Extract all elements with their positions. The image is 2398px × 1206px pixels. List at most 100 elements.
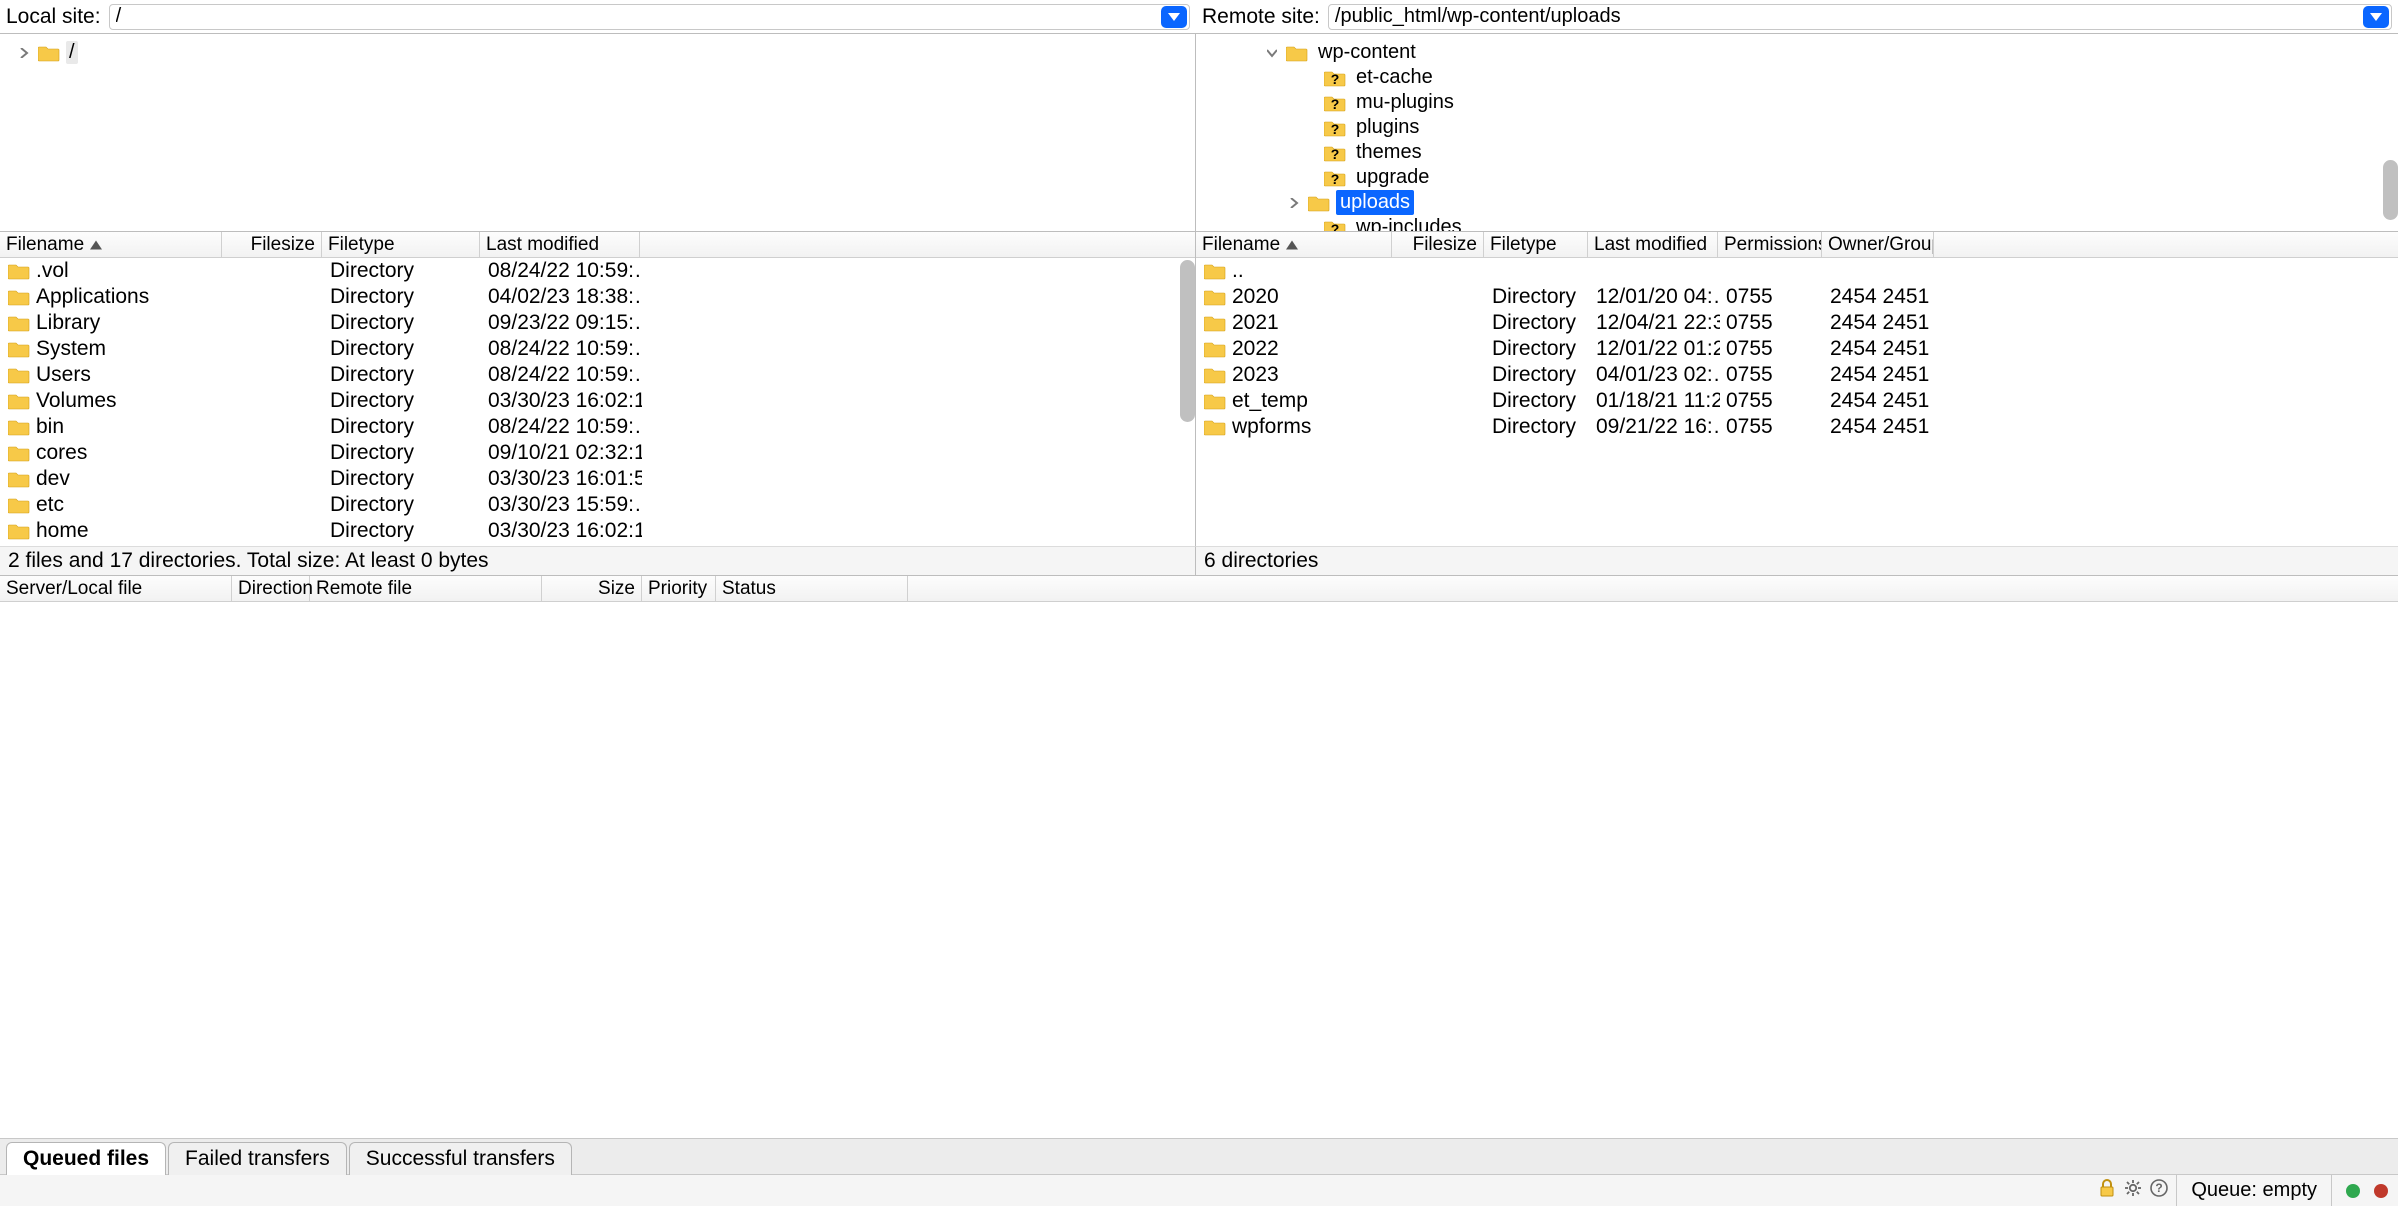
- file-name: wpforms: [1232, 415, 1311, 439]
- folder-unknown-icon: [1324, 69, 1346, 87]
- file-row[interactable]: Library Directory 09/23/22 09:15:…: [0, 310, 1195, 336]
- local-tree[interactable]: /: [0, 34, 1195, 232]
- folder-icon: [1204, 288, 1226, 306]
- file-type: Directory: [324, 519, 482, 543]
- folder-icon: [8, 444, 30, 462]
- tab-successful-transfers[interactable]: Successful transfers: [349, 1142, 572, 1175]
- file-row[interactable]: Volumes Directory 03/30/23 16:02:17: [0, 388, 1195, 414]
- col-last-modified[interactable]: Last modified: [480, 232, 640, 257]
- remote-tree[interactable]: wp-content et-cache mu-plugins plugins t…: [1196, 34, 2398, 232]
- file-row[interactable]: etc Directory 03/30/23 15:59:…: [0, 492, 1195, 518]
- file-row[interactable]: .vol Directory 08/24/22 10:59:…: [0, 258, 1195, 284]
- col-last-modified[interactable]: Last modified: [1588, 232, 1718, 257]
- col-filename[interactable]: Filename: [0, 232, 222, 257]
- file-row[interactable]: home Directory 03/30/23 16:02:19: [0, 518, 1195, 544]
- tree-node-label: upgrade: [1352, 165, 1433, 190]
- folder-icon: [8, 288, 30, 306]
- file-row[interactable]: dev Directory 03/30/23 16:01:58: [0, 466, 1195, 492]
- remote-list-header[interactable]: Filename Filesize Filetype Last modified…: [1196, 232, 2398, 258]
- file-name: ..: [1232, 259, 1244, 283]
- scrollbar-thumb[interactable]: [1180, 260, 1195, 422]
- col-filesize[interactable]: Filesize: [222, 232, 322, 257]
- file-row[interactable]: wpforms Directory 09/21/22 16:… 0755 245…: [1196, 414, 2398, 440]
- folder-icon: [1286, 44, 1308, 62]
- folder-unknown-icon: [1324, 94, 1346, 112]
- tab-failed-transfers[interactable]: Failed transfers: [168, 1142, 347, 1175]
- pathbar-row: Local site: Remote site:: [0, 0, 2398, 34]
- file-row[interactable]: Applications Directory 04/02/23 18:38:…: [0, 284, 1195, 310]
- remote-tree-node[interactable]: wp-includes: [1204, 215, 2390, 232]
- remote-list-pane: Filename Filesize Filetype Last modified…: [1196, 232, 2398, 546]
- col-permissions[interactable]: Permissions: [1718, 232, 1822, 257]
- col-priority[interactable]: Priority: [642, 576, 716, 601]
- local-list-pane: Filename Filesize Filetype Last modified…: [0, 232, 1196, 546]
- col-remote-file[interactable]: Remote file: [310, 576, 542, 601]
- local-tree-root[interactable]: /: [8, 40, 1187, 65]
- chevron-right-icon[interactable]: [16, 45, 32, 61]
- file-row[interactable]: 2020 Directory 12/01/20 04:… 0755 2454 2…: [1196, 284, 2398, 310]
- col-direction[interactable]: Direction: [232, 576, 310, 601]
- remote-tree-node[interactable]: wp-content: [1204, 40, 2390, 65]
- remote-tree-node[interactable]: et-cache: [1204, 65, 2390, 90]
- file-row[interactable]: 2022 Directory 12/01/22 01:2… 0755 2454 …: [1196, 336, 2398, 362]
- local-list-body[interactable]: .vol Directory 08/24/22 10:59:… Applicat…: [0, 258, 1195, 546]
- col-status[interactable]: Status: [716, 576, 908, 601]
- local-list-header[interactable]: Filename Filesize Filetype Last modified: [0, 232, 1195, 258]
- col-filetype[interactable]: Filetype: [322, 232, 480, 257]
- remote-path-dropdown-button[interactable]: [2363, 6, 2389, 28]
- caret-down-icon: [2370, 12, 2382, 22]
- file-row[interactable]: et_temp Directory 01/18/21 11:2… 0755 24…: [1196, 388, 2398, 414]
- file-modified: 04/02/23 18:38:…: [482, 285, 642, 309]
- col-server-local[interactable]: Server/Local file: [0, 576, 232, 601]
- file-permissions: 0755: [1720, 337, 1824, 361]
- remote-path-combo[interactable]: [1328, 4, 2392, 30]
- local-path-combo[interactable]: [109, 4, 1190, 30]
- file-row[interactable]: 2023 Directory 04/01/23 02:… 0755 2454 2…: [1196, 362, 2398, 388]
- file-type: Directory: [324, 467, 482, 491]
- queue-body[interactable]: [0, 602, 2398, 1138]
- file-type: Directory: [1486, 415, 1590, 439]
- remote-tree-node[interactable]: upgrade: [1204, 165, 2390, 190]
- col-filetype[interactable]: Filetype: [1484, 232, 1588, 257]
- remote-tree-node[interactable]: themes: [1204, 140, 2390, 165]
- col-size[interactable]: Size: [542, 576, 642, 601]
- col-filename[interactable]: Filename: [1196, 232, 1392, 257]
- file-row[interactable]: cores Directory 09/10/21 02:32:17: [0, 440, 1195, 466]
- file-type: Directory: [324, 389, 482, 413]
- gear-icon[interactable]: [2124, 1179, 2142, 1203]
- chevron-placeholder: [1302, 95, 1318, 111]
- file-modified: 08/24/22 10:59:…: [482, 363, 642, 387]
- lock-icon[interactable]: [2098, 1179, 2116, 1203]
- local-path-input[interactable]: [110, 5, 1161, 28]
- local-site-label: Local site:: [6, 5, 101, 29]
- remote-tree-node[interactable]: uploads: [1204, 190, 2390, 215]
- remote-tree-node[interactable]: plugins: [1204, 115, 2390, 140]
- separator: [2331, 1175, 2332, 1206]
- sort-asc-icon: [1286, 240, 1298, 250]
- file-row[interactable]: bin Directory 08/24/22 10:59:…: [0, 414, 1195, 440]
- help-icon[interactable]: [2150, 1179, 2168, 1203]
- file-row[interactable]: System Directory 08/24/22 10:59:…: [0, 336, 1195, 362]
- local-path-dropdown-button[interactable]: [1161, 6, 1187, 28]
- remote-list-body[interactable]: .. 2020 Directory 12/01/20 04:… 0755 245…: [1196, 258, 2398, 546]
- col-filesize[interactable]: Filesize: [1392, 232, 1484, 257]
- status-dot-red[interactable]: [2374, 1184, 2388, 1198]
- remote-tree-node[interactable]: mu-plugins: [1204, 90, 2390, 115]
- scrollbar-thumb[interactable]: [2383, 160, 2398, 220]
- file-row[interactable]: Users Directory 08/24/22 10:59:…: [0, 362, 1195, 388]
- folder-unknown-icon: [1324, 219, 1346, 233]
- tab-queued-files[interactable]: Queued files: [6, 1142, 166, 1175]
- folder-icon: [8, 496, 30, 514]
- chevron-down-icon[interactable]: [1264, 45, 1280, 61]
- chevron-right-icon[interactable]: [1286, 195, 1302, 211]
- folder-icon: [8, 366, 30, 384]
- status-dot-green[interactable]: [2346, 1184, 2360, 1198]
- col-owner-group[interactable]: Owner/Group: [1822, 232, 1934, 257]
- file-row[interactable]: 2021 Directory 12/04/21 22:3.. 0755 2454…: [1196, 310, 2398, 336]
- sort-asc-icon: [90, 240, 102, 250]
- queue-header[interactable]: Server/Local file Direction Remote file …: [0, 576, 2398, 602]
- file-name: bin: [36, 415, 64, 439]
- remote-path-input[interactable]: [1329, 5, 2363, 28]
- file-row[interactable]: ..: [1196, 258, 2398, 284]
- tree-node-label: plugins: [1352, 115, 1423, 140]
